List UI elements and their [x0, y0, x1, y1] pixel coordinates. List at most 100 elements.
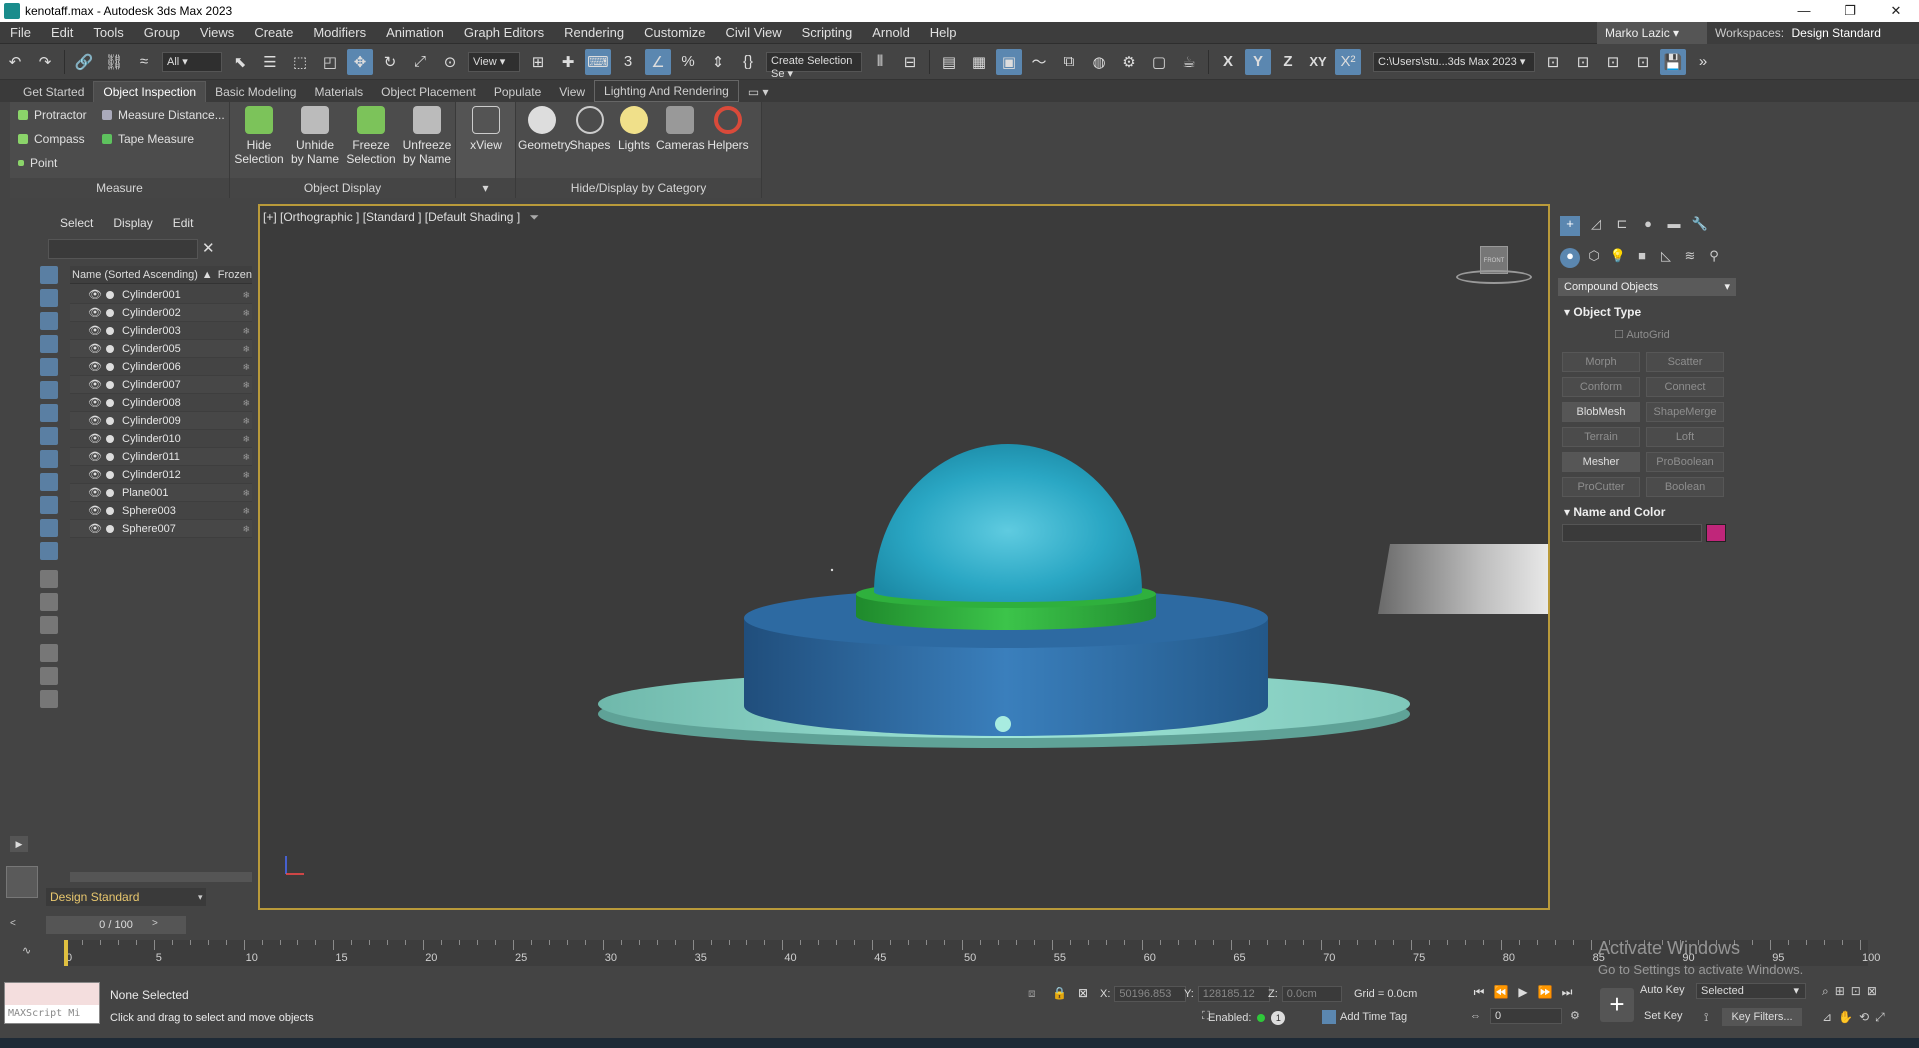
- display-hidden-icon[interactable]: [40, 542, 58, 560]
- protractor-button[interactable]: Protractor: [18, 108, 87, 122]
- y-coordinate-field[interactable]: 128185.12: [1197, 986, 1270, 1002]
- scene-object-row[interactable]: 👁 Cylinder001 ❄: [70, 286, 252, 304]
- window-crossing-icon[interactable]: ◰: [317, 49, 343, 75]
- menu-scripting[interactable]: Scripting: [792, 22, 863, 44]
- select-and-move-icon[interactable]: ✥: [347, 48, 373, 75]
- time-slider[interactable]: 0 / 100: [46, 916, 186, 934]
- explorer-horizontal-scrollbar[interactable]: [70, 872, 252, 882]
- manipulate-icon[interactable]: ✚: [555, 49, 581, 75]
- pan-hand-icon[interactable]: ✋: [1838, 1010, 1853, 1025]
- field-of-view-icon[interactable]: ⊿: [1822, 1010, 1832, 1025]
- conform-button[interactable]: Conform: [1562, 377, 1640, 397]
- bind-spacewarp-icon[interactable]: ≈: [131, 49, 157, 75]
- unlink-icon[interactable]: ⛓: [101, 49, 127, 75]
- rectangular-selection-icon[interactable]: ⬚: [287, 49, 313, 75]
- frozen-toggle-icon[interactable]: ❄: [242, 466, 250, 484]
- measure-distance-button[interactable]: Measure Distance...: [102, 108, 225, 122]
- save-file-icon[interactable]: 💾: [1660, 48, 1686, 75]
- menu-animation[interactable]: Animation: [376, 22, 454, 44]
- display-lights-icon[interactable]: [40, 335, 58, 353]
- display-geometry-icon[interactable]: [40, 289, 58, 307]
- schematic-view-icon[interactable]: ⧉: [1056, 49, 1082, 75]
- scene-object-row[interactable]: 👁 Cylinder009 ❄: [70, 412, 252, 430]
- proboolean-button[interactable]: ProBoolean: [1646, 452, 1724, 472]
- pivot-center-icon[interactable]: ⊞: [525, 49, 551, 75]
- object-color-swatch[interactable]: [1706, 524, 1726, 542]
- frozen-column-header[interactable]: Frozen: [218, 269, 252, 281]
- visibility-eye-icon[interactable]: 👁: [88, 412, 102, 430]
- visibility-eye-icon[interactable]: 👁: [88, 430, 102, 448]
- visibility-eye-icon[interactable]: 👁: [88, 304, 102, 322]
- axis-x-button[interactable]: X: [1215, 49, 1241, 75]
- shapes-category-icon[interactable]: ⬡: [1584, 248, 1604, 268]
- link-icon[interactable]: 🔗: [71, 49, 97, 75]
- reference-coordinate-dropdown[interactable]: View ▾: [468, 51, 520, 72]
- render-toggle-icon[interactable]: [106, 489, 114, 497]
- keyboard-shortcut-override-icon[interactable]: ⌨: [585, 48, 611, 75]
- viewport-orthographic[interactable]: [258, 204, 1550, 910]
- display-bones-icon[interactable]: [40, 473, 58, 491]
- display-influences-icon[interactable]: [40, 593, 58, 611]
- select-by-name-icon[interactable]: ☰: [257, 49, 283, 75]
- visibility-eye-icon[interactable]: 👁: [88, 340, 102, 358]
- edit-named-selection-icon[interactable]: {}: [735, 49, 761, 75]
- project-path-dropdown[interactable]: C:\Users\stu...3ds Max 2023 ▾: [1373, 51, 1535, 72]
- tape-measure-button[interactable]: Tape Measure: [102, 132, 194, 146]
- select-and-rotate-icon[interactable]: ↻: [377, 49, 403, 75]
- axis-constraint-icon[interactable]: X²: [1335, 48, 1361, 75]
- scene-object-row[interactable]: 👁 Cylinder003 ❄: [70, 322, 252, 340]
- geometry-category-icon[interactable]: ●: [1560, 248, 1580, 268]
- display-groups-icon[interactable]: [40, 427, 58, 445]
- menu-group[interactable]: Group: [134, 22, 190, 44]
- timeline-current-frame-marker[interactable]: [64, 940, 68, 966]
- scene-object-row[interactable]: 👁 Cylinder006 ❄: [70, 358, 252, 376]
- tab-basic-modeling[interactable]: Basic Modeling: [206, 82, 305, 102]
- scene-object-row[interactable]: 👁 Cylinder011 ❄: [70, 448, 252, 466]
- funnel-icon[interactable]: [40, 667, 58, 685]
- visibility-eye-icon[interactable]: 👁: [88, 502, 102, 520]
- menu-modifiers[interactable]: Modifiers: [303, 22, 376, 44]
- hierarchy-tab-icon[interactable]: ⊏: [1612, 216, 1632, 236]
- render-toggle-icon[interactable]: [106, 453, 114, 461]
- render-toggle-icon[interactable]: [106, 291, 114, 299]
- axis-xy-button[interactable]: XY: [1305, 49, 1331, 75]
- visibility-eye-icon[interactable]: 👁: [88, 322, 102, 340]
- clear-search-icon[interactable]: ✕: [202, 239, 215, 257]
- go-to-end-icon[interactable]: ⏭: [1556, 985, 1578, 1000]
- render-toggle-icon[interactable]: [106, 345, 114, 353]
- render-toggle-icon[interactable]: [106, 417, 114, 425]
- explorer-tab-edit[interactable]: Edit: [163, 212, 204, 234]
- mesher-button[interactable]: Mesher: [1562, 452, 1640, 472]
- set-keys-icon[interactable]: +: [1600, 988, 1634, 1022]
- cameras-button[interactable]: Cameras: [656, 106, 705, 152]
- toggle-ribbon-icon[interactable]: ▦: [966, 49, 992, 75]
- time-configuration-icon[interactable]: ⚙: [1570, 1009, 1580, 1022]
- loft-button[interactable]: Loft: [1646, 427, 1724, 447]
- shapes-button[interactable]: Shapes: [566, 106, 614, 152]
- scene-object-row[interactable]: 👁 Sphere003 ❄: [70, 502, 252, 520]
- render-production-icon[interactable]: ☕: [1176, 49, 1202, 75]
- curve-editor-icon[interactable]: 〜: [1026, 49, 1052, 75]
- close-button[interactable]: ✕: [1873, 0, 1919, 22]
- ribbon-options-icon[interactable]: ▭ ▾: [739, 82, 778, 102]
- rendered-frame-window-icon[interactable]: ▢: [1146, 49, 1172, 75]
- display-spacewarps-icon[interactable]: [40, 404, 58, 422]
- isolate-selection-icon[interactable]: ⧈: [1028, 986, 1036, 1001]
- zoom-extents-all-icon[interactable]: ⊠: [1867, 984, 1877, 999]
- toolbar-overflow-icon[interactable]: »: [1690, 49, 1716, 75]
- visibility-eye-icon[interactable]: 👁: [88, 286, 102, 304]
- scene-object-row[interactable]: 👁 Cylinder010 ❄: [70, 430, 252, 448]
- zoom-extents-icon[interactable]: ⊡: [1851, 984, 1861, 999]
- frozen-toggle-icon[interactable]: ❄: [242, 484, 250, 502]
- menu-edit[interactable]: Edit: [41, 22, 83, 44]
- selection-lock-icon[interactable]: 🔒: [1052, 986, 1067, 1000]
- maxscript-input[interactable]: MAXScript Mi: [5, 1005, 99, 1022]
- render-toggle-icon[interactable]: [106, 399, 114, 407]
- filter-icon[interactable]: [40, 644, 58, 662]
- spinner-snap-icon[interactable]: ⇕: [705, 49, 731, 75]
- systems-category-icon[interactable]: ⚲: [1704, 248, 1724, 268]
- helpers-button[interactable]: Helpers: [704, 106, 752, 152]
- menu-tools[interactable]: Tools: [83, 22, 133, 44]
- morph-button[interactable]: Morph: [1562, 352, 1640, 372]
- redo-icon[interactable]: ↷: [32, 49, 58, 75]
